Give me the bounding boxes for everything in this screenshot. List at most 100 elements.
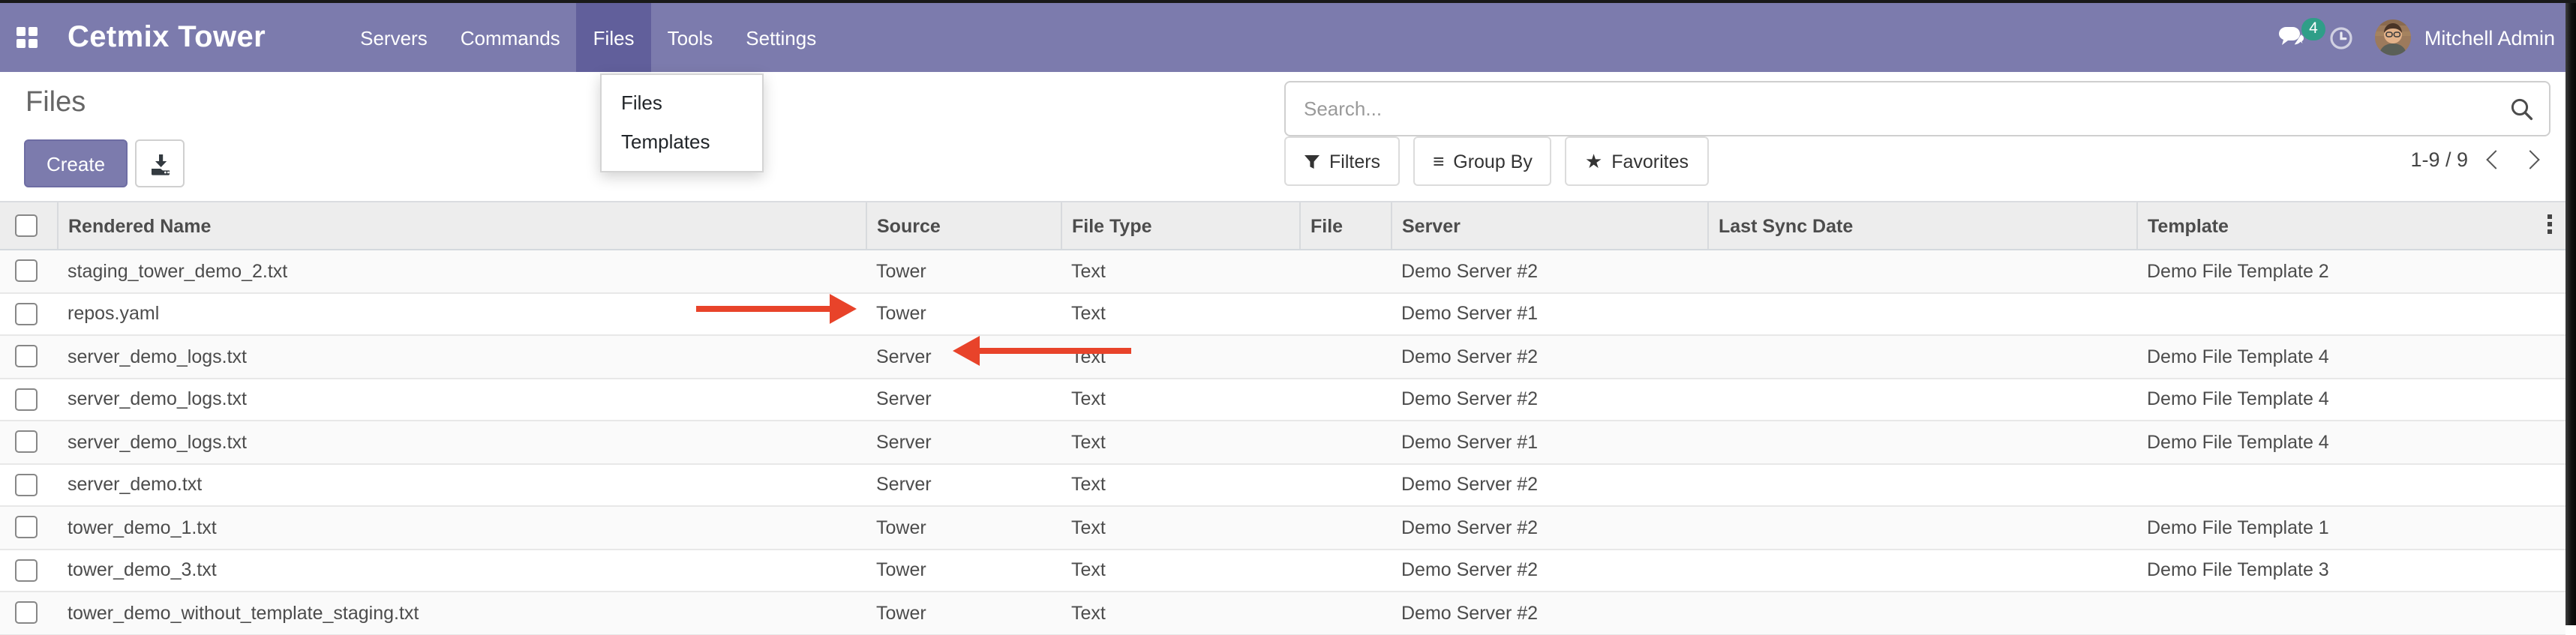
- row-checkbox[interactable]: [15, 559, 38, 582]
- cell-template[interactable]: Demo File Template 4: [2136, 421, 2565, 463]
- cell-source[interactable]: Tower: [866, 292, 1061, 335]
- menu-files[interactable]: Files: [577, 3, 651, 72]
- cell-template[interactable]: Demo File Template 1: [2136, 506, 2565, 549]
- col-rendered-name[interactable]: Rendered Name: [57, 202, 866, 250]
- cell-server[interactable]: Demo Server #2: [1391, 549, 1707, 592]
- cell-source[interactable]: Server: [866, 421, 1061, 463]
- dropdown-item-files[interactable]: Files: [602, 84, 762, 123]
- search-icon[interactable]: [2510, 97, 2534, 121]
- row-checkbox[interactable]: [15, 517, 38, 539]
- col-template[interactable]: Template: [2136, 202, 2565, 250]
- menu-commands[interactable]: Commands: [444, 3, 577, 72]
- cell-file-type[interactable]: Text: [1061, 250, 1299, 292]
- cell-template[interactable]: Demo File Template 4: [2136, 378, 2565, 421]
- cell-last-sync[interactable]: [1707, 506, 2136, 549]
- cell-rendered-name[interactable]: server_demo_logs.txt: [57, 421, 866, 463]
- row-checkbox[interactable]: [15, 388, 38, 411]
- cell-server[interactable]: Demo Server #2: [1391, 592, 1707, 634]
- cell-source[interactable]: Server: [866, 378, 1061, 421]
- cell-rendered-name[interactable]: server_demo_logs.txt: [57, 378, 866, 421]
- filters-button[interactable]: Filters: [1284, 136, 1400, 186]
- cell-server[interactable]: Demo Server #2: [1391, 250, 1707, 292]
- cell-last-sync[interactable]: [1707, 250, 2136, 292]
- col-source[interactable]: Source: [866, 202, 1061, 250]
- cell-source[interactable]: Server: [866, 463, 1061, 506]
- cell-source[interactable]: Server: [866, 335, 1061, 378]
- select-all-checkbox[interactable]: [15, 214, 38, 237]
- cell-template[interactable]: [2136, 292, 2565, 335]
- import-button[interactable]: [135, 139, 185, 187]
- pager-previous-button[interactable]: [2486, 150, 2505, 169]
- table-row[interactable]: server_demo_logs.txt Server Text Demo Se…: [0, 421, 2565, 463]
- cell-server[interactable]: Demo Server #1: [1391, 292, 1707, 335]
- cell-last-sync[interactable]: [1707, 463, 2136, 506]
- group-by-button[interactable]: ≡ Group By: [1413, 136, 1552, 186]
- cell-server[interactable]: Demo Server #2: [1391, 335, 1707, 378]
- cell-file-type[interactable]: Text: [1061, 378, 1299, 421]
- search-input[interactable]: [1301, 96, 2510, 121]
- table-row[interactable]: staging_tower_demo_2.txt Tower Text Demo…: [0, 250, 2565, 292]
- menu-servers[interactable]: Servers: [344, 3, 444, 72]
- cell-file[interactable]: [1299, 378, 1391, 421]
- cell-source[interactable]: Tower: [866, 506, 1061, 549]
- cell-template[interactable]: Demo File Template 3: [2136, 549, 2565, 592]
- cell-server[interactable]: Demo Server #2: [1391, 463, 1707, 506]
- cell-rendered-name[interactable]: tower_demo_1.txt: [57, 506, 866, 549]
- cell-file-type[interactable]: Text: [1061, 506, 1299, 549]
- cell-file[interactable]: [1299, 463, 1391, 506]
- table-row[interactable]: tower_demo_3.txt Tower Text Demo Server …: [0, 549, 2565, 592]
- cell-rendered-name[interactable]: tower_demo_3.txt: [57, 549, 866, 592]
- table-row[interactable]: tower_demo_1.txt Tower Text Demo Server …: [0, 506, 2565, 549]
- table-row[interactable]: server_demo_logs.txt Server Text Demo Se…: [0, 378, 2565, 421]
- cell-file-type[interactable]: Text: [1061, 292, 1299, 335]
- cell-file-type[interactable]: Text: [1061, 592, 1299, 634]
- cell-template[interactable]: Demo File Template 2: [2136, 250, 2565, 292]
- row-checkbox[interactable]: [15, 346, 38, 368]
- cell-rendered-name[interactable]: repos.yaml: [57, 292, 866, 335]
- cell-last-sync[interactable]: [1707, 421, 2136, 463]
- cell-file-type[interactable]: Text: [1061, 335, 1299, 378]
- cell-last-sync[interactable]: [1707, 549, 2136, 592]
- cell-last-sync[interactable]: [1707, 292, 2136, 335]
- col-file[interactable]: File: [1299, 202, 1391, 250]
- row-checkbox[interactable]: [15, 303, 38, 325]
- cell-source[interactable]: Tower: [866, 549, 1061, 592]
- create-button[interactable]: Create: [24, 139, 128, 187]
- cell-file-type[interactable]: Text: [1061, 549, 1299, 592]
- cell-file[interactable]: [1299, 506, 1391, 549]
- cell-file[interactable]: [1299, 250, 1391, 292]
- cell-template[interactable]: [2136, 592, 2565, 634]
- cell-source[interactable]: Tower: [866, 250, 1061, 292]
- favorites-button[interactable]: ★ Favorites: [1566, 136, 1708, 186]
- apps-menu-icon[interactable]: [17, 26, 39, 49]
- messages-icon[interactable]: 4: [2277, 25, 2307, 50]
- cell-rendered-name[interactable]: tower_demo_without_template_staging.txt: [57, 592, 866, 634]
- row-checkbox[interactable]: [15, 431, 38, 454]
- col-server[interactable]: Server: [1391, 202, 1707, 250]
- row-checkbox[interactable]: [15, 474, 38, 496]
- optional-columns-toggle-icon[interactable]: [2547, 214, 2552, 234]
- cell-server[interactable]: Demo Server #2: [1391, 378, 1707, 421]
- cell-rendered-name[interactable]: server_demo_logs.txt: [57, 335, 866, 378]
- cell-file[interactable]: [1299, 421, 1391, 463]
- cell-template[interactable]: Demo File Template 4: [2136, 335, 2565, 378]
- cell-last-sync[interactable]: [1707, 592, 2136, 634]
- cell-template[interactable]: [2136, 463, 2565, 506]
- cell-source[interactable]: Tower: [866, 592, 1061, 634]
- cell-file[interactable]: [1299, 549, 1391, 592]
- cell-file-type[interactable]: Text: [1061, 421, 1299, 463]
- cell-rendered-name[interactable]: staging_tower_demo_2.txt: [57, 250, 866, 292]
- table-row[interactable]: server_demo_logs.txt Server Text Demo Se…: [0, 335, 2565, 378]
- row-checkbox[interactable]: [15, 602, 38, 625]
- menu-tools[interactable]: Tools: [651, 3, 730, 72]
- cell-file[interactable]: [1299, 592, 1391, 634]
- cell-last-sync[interactable]: [1707, 378, 2136, 421]
- table-row[interactable]: repos.yaml Tower Text Demo Server #1: [0, 292, 2565, 335]
- menu-settings[interactable]: Settings: [729, 3, 833, 72]
- cell-file[interactable]: [1299, 292, 1391, 335]
- col-last-sync-date[interactable]: Last Sync Date: [1707, 202, 2136, 250]
- cell-file-type[interactable]: Text: [1061, 463, 1299, 506]
- col-file-type[interactable]: File Type: [1061, 202, 1299, 250]
- activity-clock-icon[interactable]: [2330, 26, 2352, 49]
- table-row[interactable]: tower_demo_without_template_staging.txt …: [0, 592, 2565, 634]
